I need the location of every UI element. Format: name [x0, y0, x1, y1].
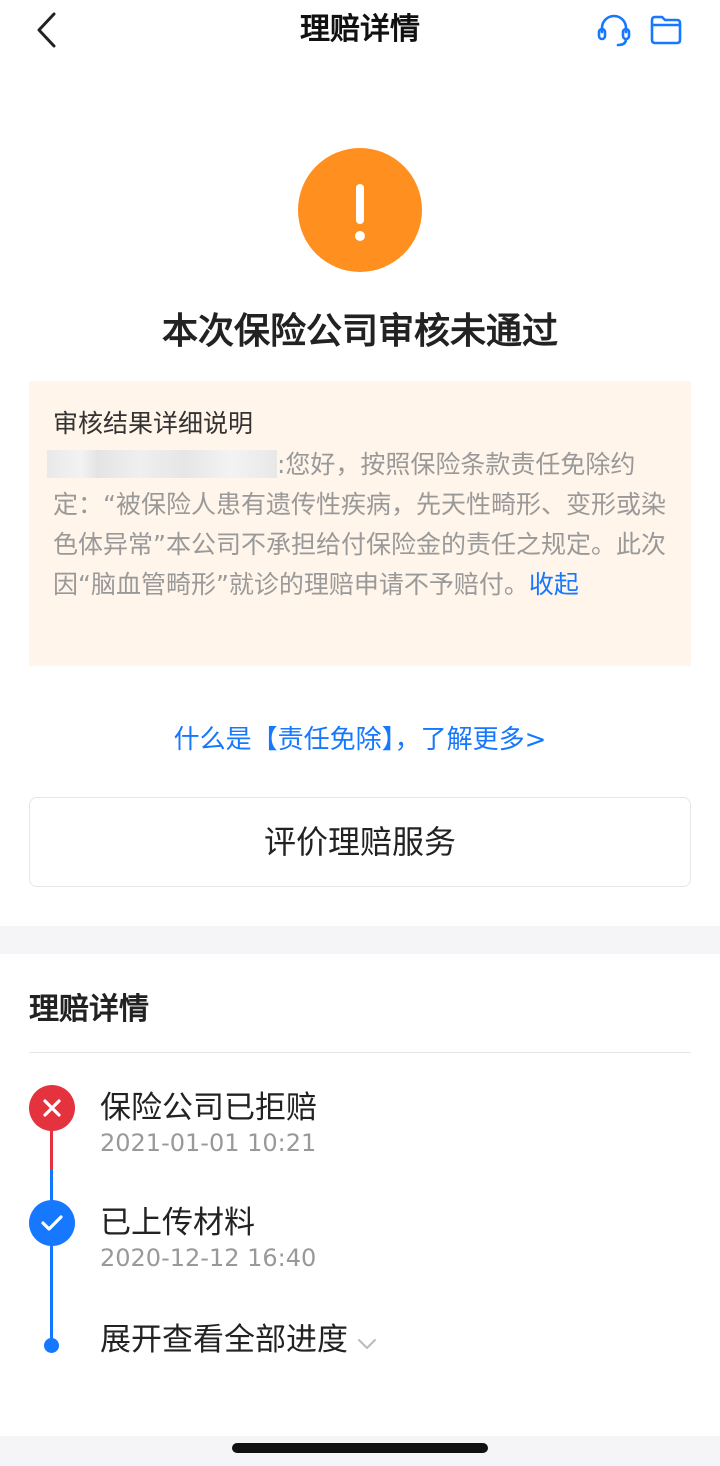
headset-icon — [597, 14, 631, 47]
masked-name — [47, 450, 277, 478]
section-title: 理赔详情 — [29, 992, 149, 1027]
evaluate-service-button[interactable]: 评价理赔服务 — [29, 797, 691, 887]
timeline-done-badge — [29, 1200, 75, 1246]
expand-progress-label: 展开查看全部进度 — [100, 1322, 348, 1358]
review-detail-body: :您好，按照保险条款责任免除约定：“被保险人患有遗传性疾病，先天性畸形、变形或染… — [47, 445, 669, 605]
folder-button[interactable] — [646, 10, 686, 50]
check-icon — [41, 1215, 63, 1231]
chevron-down-icon — [356, 1322, 378, 1362]
section-underline — [29, 1052, 691, 1053]
learn-more-link[interactable]: 什么是【责任免除】，了解更多> — [0, 720, 720, 760]
folder-icon — [650, 15, 682, 45]
timeline-item-title: 保险公司已拒赔 — [100, 1090, 317, 1126]
timeline-line-blue — [50, 1170, 53, 1346]
customer-service-button[interactable] — [594, 10, 634, 50]
timeline-item-time: 2021-01-01 10:21 — [100, 1129, 317, 1157]
exclamation-icon — [355, 184, 365, 241]
timeline-item-time: 2020-12-12 16:40 — [100, 1244, 317, 1272]
warning-status — [298, 148, 422, 272]
timeline-line-red — [50, 1130, 53, 1170]
timeline-item-title: 已上传材料 — [100, 1205, 255, 1241]
expand-progress-button[interactable]: 展开查看全部进度 — [100, 1320, 378, 1362]
nav-bar: 理赔详情 — [0, 0, 720, 60]
home-indicator — [232, 1443, 488, 1453]
collapse-link[interactable]: 收起 — [529, 570, 579, 599]
section-divider — [0, 926, 720, 954]
review-detail-title: 审核结果详细说明 — [53, 409, 254, 438]
review-detail-box: 审核结果详细说明 :您好，按照保险条款责任免除约定：“被保险人患有遗传性疾病，先… — [29, 381, 691, 666]
timeline-dot — [44, 1338, 59, 1353]
status-title: 本次保险公司审核未通过 — [161, 311, 558, 352]
timeline-reject-badge — [29, 1085, 75, 1131]
close-icon — [43, 1099, 61, 1117]
